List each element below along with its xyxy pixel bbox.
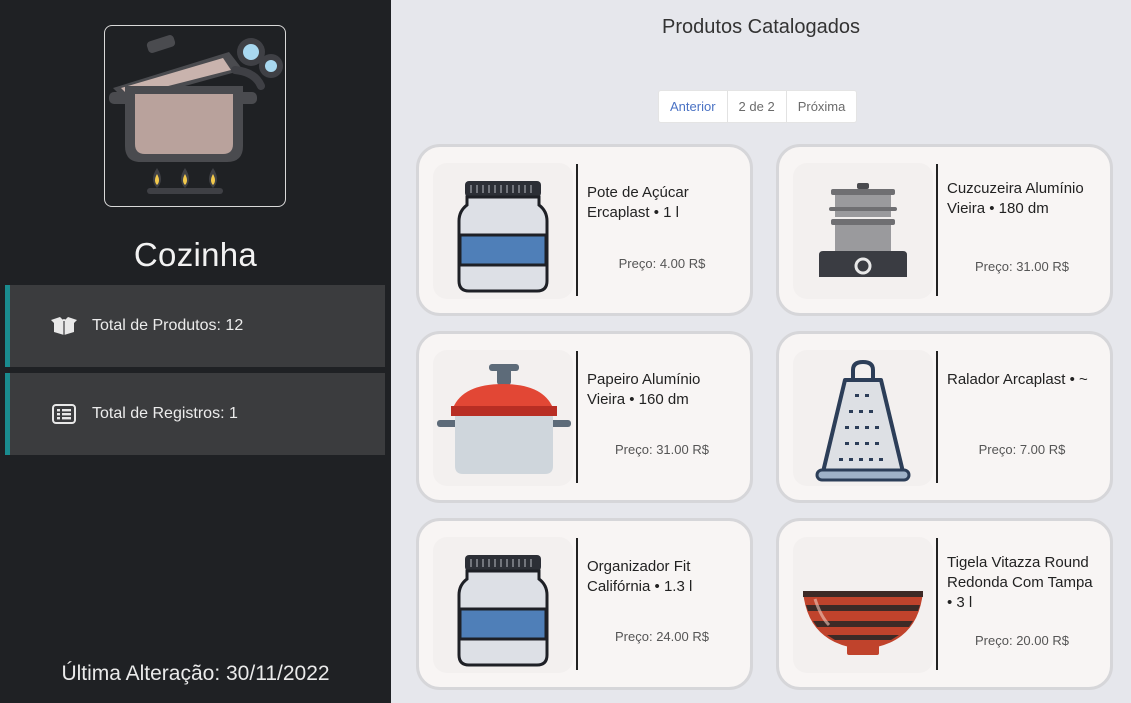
pagination-previous-button[interactable]: Anterior: [659, 91, 728, 122]
last-change-date: Última Alteração: 30/11/2022: [61, 662, 330, 685]
product-image: [793, 163, 933, 299]
jar-icon: [457, 181, 549, 293]
product-name: Papeiro Alumínio Vieira • 160 dm: [587, 371, 701, 408]
card-divider: [576, 164, 578, 296]
card-divider: [576, 538, 578, 670]
card-divider: [576, 351, 578, 483]
product-image: [793, 350, 933, 486]
card-divider: [936, 351, 938, 483]
product-price: Preço: 31.00 R$: [615, 442, 709, 457]
product-card[interactable]: Cuzcuzeira Alumínio Vieira • 180 dm Preç…: [776, 144, 1113, 316]
bowl-icon: [803, 591, 923, 655]
pagination-current-page: 2 de 2: [728, 91, 787, 122]
product-name: Organizador Fit Califórnia • 1.3 l: [587, 558, 693, 595]
product-image: [793, 537, 933, 673]
list-icon: [50, 403, 78, 425]
product-card[interactable]: Tigela Vitazza Round Redonda Com Tampa •…: [776, 518, 1113, 690]
grater-icon: [815, 359, 911, 482]
category-title: Cozinha: [133, 236, 258, 273]
sidebar: Cozinha Total de Produtos: 12 Total de R…: [0, 0, 391, 703]
product-price: Preço: 31.00 R$: [975, 259, 1069, 274]
product-price: Preço: 24.00 R$: [615, 629, 709, 644]
product-card[interactable]: Ralador Arcaplast • ~ Preço: 7.00 R$: [776, 331, 1113, 503]
total-products-card: Total de Produtos: 12: [5, 285, 385, 367]
product-price: Preço: 7.00 R$: [978, 442, 1066, 457]
product-image: [433, 350, 573, 486]
product-name: Pote de Açúcar Ercaplast • 1 l: [587, 184, 689, 221]
product-name: Ralador Arcaplast • ~: [947, 371, 1088, 388]
pagination-next-button[interactable]: Próxima: [787, 91, 857, 122]
product-image: [433, 537, 573, 673]
cooking-pot-icon: [109, 35, 283, 194]
steamer-icon: [819, 183, 907, 277]
product-price: Preço: 4.00 R$: [618, 256, 706, 271]
total-records-label: Total de Registros: 1: [92, 405, 238, 422]
product-image: [433, 163, 573, 299]
product-card[interactable]: Pote de Açúcar Ercaplast • 1 l Preço: 4.…: [416, 144, 753, 316]
category-logo: [104, 25, 286, 207]
product-name: Tigela Vitazza Round Redonda Com Tampa •…: [947, 554, 1093, 611]
pagination: Anterior 2 de 2 Próxima: [658, 90, 858, 123]
total-products-label: Total de Produtos: 12: [92, 317, 244, 334]
total-records-card: Total de Registros: 1: [5, 373, 385, 455]
product-card[interactable]: Organizador Fit Califórnia • 1.3 l Preço…: [416, 518, 753, 690]
card-divider: [936, 538, 938, 670]
box-icon: [50, 315, 78, 337]
product-card[interactable]: Papeiro Alumínio Vieira • 160 dm Preço: …: [416, 331, 753, 503]
jar-icon: [457, 555, 549, 667]
product-name: Cuzcuzeira Alumínio Vieira • 180 dm: [947, 180, 1084, 217]
card-divider: [936, 164, 938, 296]
page-title: Produtos Catalogados: [662, 16, 860, 38]
product-price: Preço: 20.00 R$: [975, 633, 1069, 648]
pot-icon: [437, 364, 571, 474]
